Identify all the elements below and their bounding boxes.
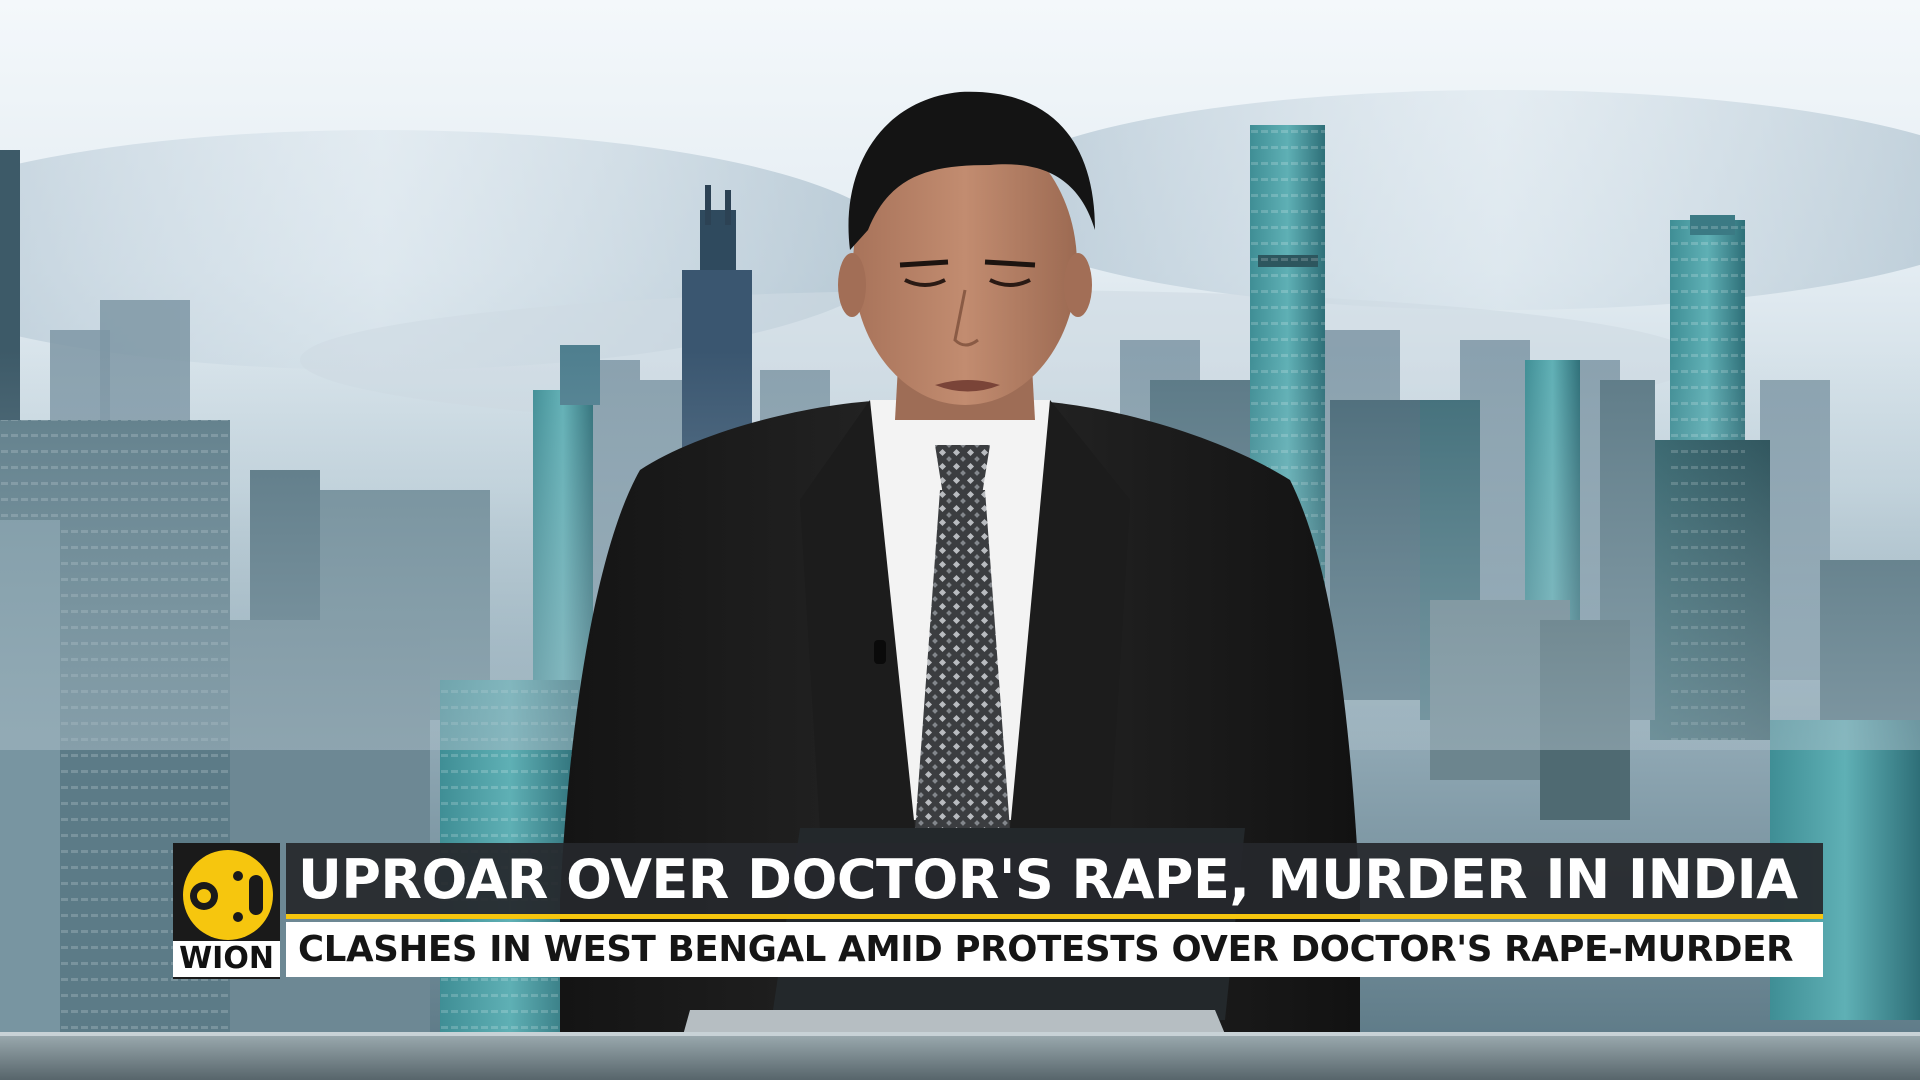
lower-third-chyron: WION UPROAR OVER DOCTOR'S RAPE, MURDER I… — [173, 843, 1823, 979]
wion-logo-icon — [183, 850, 273, 940]
subheadline-text: CLASHES IN WEST BENGAL AMID PROTESTS OVE… — [298, 929, 1794, 970]
subheadline-bar: CLASHES IN WEST BENGAL AMID PROTESTS OVE… — [286, 922, 1823, 977]
channel-logo-text: WION — [173, 941, 280, 977]
channel-logo: WION — [173, 843, 280, 979]
headline-bar: UPROAR OVER DOCTOR'S RAPE, MURDER IN IND… — [286, 843, 1823, 919]
broadcast-frame: WION UPROAR OVER DOCTOR'S RAPE, MURDER I… — [0, 0, 1920, 1080]
headline-text: UPROAR OVER DOCTOR'S RAPE, MURDER IN IND… — [298, 848, 1798, 911]
